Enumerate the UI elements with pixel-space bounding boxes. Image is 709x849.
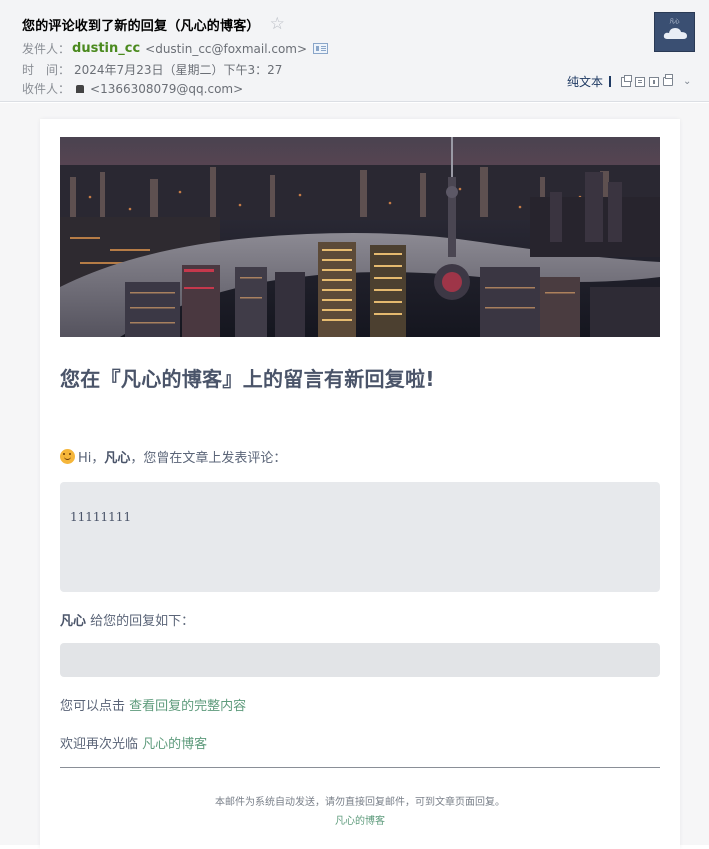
greeting-rest: ，您曾在文章上发表评论： — [130, 451, 287, 466]
time-label: 时 间： — [22, 63, 71, 77]
sender-email: <dustin_cc@foxmail.com> — [145, 41, 308, 56]
footer-link-row: 凡心的博客 — [40, 812, 680, 827]
city-skyline-image — [60, 137, 660, 337]
mail-body: 您在『凡心的博客』上的留言有新回复啦! Hi， 凡心 ，您曾在文章上发表评论： … — [0, 103, 709, 849]
toolbar-divider — [609, 76, 612, 87]
reply-content-box — [60, 643, 660, 677]
hero-image — [60, 137, 660, 337]
recipient-email[interactable]: <1366308079@qq.com> — [90, 82, 243, 96]
view-prefix: 您可以点击 — [60, 699, 130, 714]
chevron-down-icon[interactable]: ⌄ — [683, 76, 691, 87]
footer-divider — [60, 767, 660, 768]
greeting-hi: Hi， — [78, 451, 105, 466]
sender-row: 发件人： dustin_cc <dustin_cc@foxmail.com> — [22, 40, 329, 57]
sender-avatar[interactable]: 凡心 — [654, 12, 695, 52]
greeting-name: 凡心 — [104, 451, 131, 466]
footer-note: 本邮件为系统自动发送，请勿直接回复邮件，可到文章页面回复。 — [215, 797, 505, 808]
sender-label: 发件人： — [22, 42, 71, 56]
view-reply-link[interactable]: 查看回复的完整内容 — [129, 699, 246, 714]
star-icon[interactable]: ☆ — [270, 16, 285, 33]
note-icon[interactable] — [635, 76, 646, 87]
reply-intro: 凡心 给您的回复如下： — [60, 610, 194, 629]
avatar-text: 凡心 — [669, 19, 680, 25]
sender-name[interactable]: dustin_cc — [72, 41, 140, 56]
time-row: 时 间： 2024年7月23日（星期二）下午3：27 — [22, 61, 282, 78]
contact-icon — [76, 84, 85, 93]
blog-link[interactable]: 凡心的博客 — [142, 737, 207, 752]
smile-emoji-icon — [60, 449, 75, 464]
recipient-row: 收件人： <1366308079@qq.com> — [22, 80, 243, 97]
new-window-icon[interactable] — [621, 74, 633, 87]
reply-intro-text: 给您的回复如下： — [86, 614, 195, 629]
original-comment-box: 11111111 — [60, 482, 660, 592]
reply-author: 凡心 — [60, 614, 87, 629]
welcome-line: 欢迎再次光临 凡心的博客 — [60, 733, 207, 752]
print-icon[interactable] — [663, 74, 674, 86]
recipient-label: 收件人： — [22, 82, 71, 96]
greeting-line: Hi， 凡心 ，您曾在文章上发表评论： — [60, 447, 286, 466]
mail-card: 您在『凡心的博客』上的留言有新回复啦! Hi， 凡心 ，您曾在文章上发表评论： … — [40, 119, 680, 849]
subject-row: 您的评论收到了新的回复（凡心的博客） ☆ — [22, 15, 285, 35]
welcome-prefix: 欢迎再次光临 — [60, 737, 143, 752]
plain-text-button[interactable]: 纯文本 — [567, 73, 603, 90]
vcard-icon[interactable] — [313, 43, 329, 54]
mail-subject: 您的评论收到了新的回复（凡心的博客） — [22, 19, 260, 34]
cloud-icon — [663, 28, 687, 39]
mail-toolbar: 纯文本 ⌄ — [567, 73, 691, 90]
time-value: 2024年7月23日（星期二）下午3：27 — [74, 63, 283, 77]
add-icon[interactable] — [649, 76, 660, 87]
original-comment-text: 11111111 — [70, 510, 132, 524]
mail-header: 您的评论收到了新的回复（凡心的博客） ☆ 发件人： dustin_cc <dus… — [0, 0, 709, 102]
view-reply-line: 您可以点击 查看回复的完整内容 — [60, 695, 246, 714]
headline: 您在『凡心的博客』上的留言有新回复啦! — [60, 367, 435, 391]
footer-blog-link[interactable]: 凡心的博客 — [335, 816, 385, 827]
